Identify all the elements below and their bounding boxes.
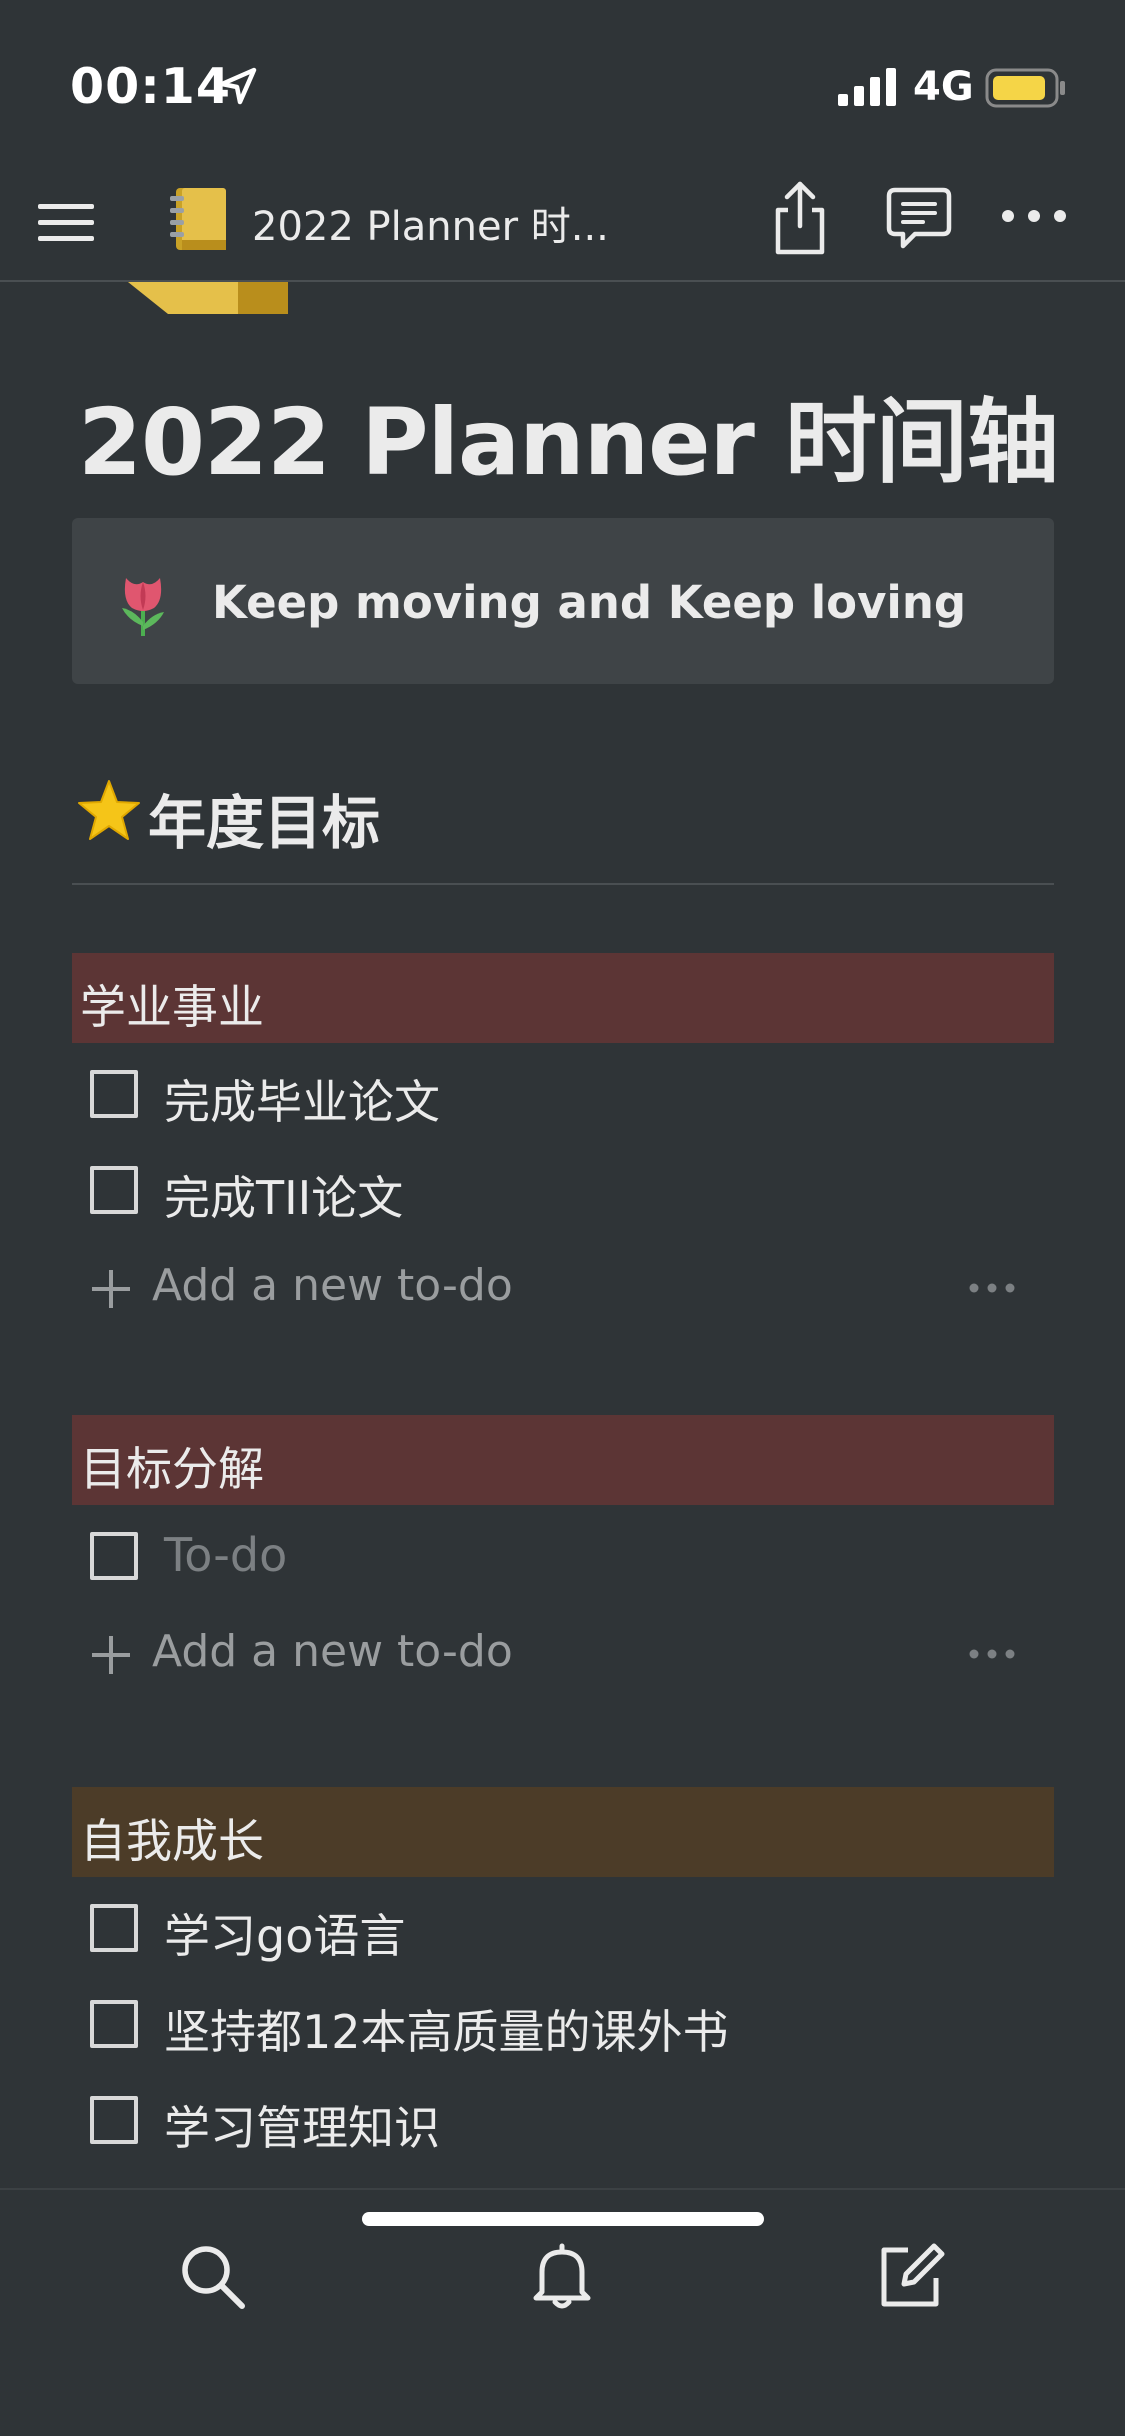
home-indicator[interactable] bbox=[362, 2212, 764, 2226]
todo-text[interactable]: 学习go语言 bbox=[164, 1900, 405, 1966]
todo-text[interactable]: 学习管理知识 bbox=[164, 2092, 440, 2158]
callout-block[interactable]: Keep moving and Keep loving bbox=[72, 518, 1054, 684]
todo-checkbox[interactable] bbox=[90, 1532, 138, 1580]
more-icon[interactable] bbox=[968, 1646, 1016, 1662]
bell-icon[interactable] bbox=[526, 2240, 598, 2312]
location-arrow-icon bbox=[219, 67, 257, 105]
cellular-signal-icon bbox=[838, 68, 896, 106]
compose-icon[interactable] bbox=[874, 2240, 946, 2312]
todo-placeholder[interactable]: To-do bbox=[164, 1528, 287, 1582]
todo-checkbox[interactable] bbox=[90, 1166, 138, 1214]
tulip-icon bbox=[122, 578, 164, 636]
plus-icon bbox=[92, 1270, 130, 1308]
todo-item[interactable]: 学习管理知识 bbox=[90, 2086, 990, 2156]
goals-heading-text: 年度目标 bbox=[148, 789, 381, 857]
todo-checkbox[interactable] bbox=[90, 2096, 138, 2144]
top-nav-bar: 2022 Planner 时... bbox=[0, 170, 1125, 282]
add-todo-label: Add a new to-do bbox=[152, 1626, 513, 1677]
todo-checkbox[interactable] bbox=[90, 1070, 138, 1118]
plus-icon bbox=[92, 1636, 130, 1674]
network-type: 4G bbox=[913, 64, 974, 110]
todo-text[interactable]: 完成毕业论文 bbox=[164, 1066, 440, 1132]
todo-item[interactable]: To-do bbox=[90, 1522, 990, 1592]
battery-icon bbox=[985, 68, 1065, 108]
add-todo-row[interactable]: Add a new to-do bbox=[88, 1254, 1028, 1324]
todo-item[interactable]: 学习go语言 bbox=[90, 1894, 990, 1964]
share-icon[interactable] bbox=[770, 180, 830, 256]
star-icon bbox=[78, 780, 140, 840]
section-header-self-growth[interactable]: 自我成长 bbox=[72, 1787, 1054, 1877]
section-label: 目标分解 bbox=[80, 1442, 264, 1496]
page-title[interactable]: 2022 Planner 时间轴 bbox=[78, 368, 1059, 501]
todo-checkbox[interactable] bbox=[90, 1904, 138, 1952]
heading-divider bbox=[72, 883, 1054, 885]
menu-icon[interactable] bbox=[38, 194, 94, 250]
add-todo-label: Add a new to-do bbox=[152, 1260, 513, 1311]
callout-text: Keep moving and Keep loving bbox=[212, 576, 967, 629]
comment-icon[interactable] bbox=[885, 184, 953, 252]
nav-page-title[interactable]: 2022 Planner 时... bbox=[252, 194, 609, 252]
page-icon-notebook[interactable] bbox=[128, 282, 288, 318]
section-header-academic[interactable]: 学业事业 bbox=[72, 953, 1054, 1043]
todo-item[interactable]: 完成毕业论文 bbox=[90, 1060, 990, 1130]
section-header-goal-breakdown[interactable]: 目标分解 bbox=[72, 1415, 1054, 1505]
notebook-icon bbox=[170, 188, 226, 250]
todo-checkbox[interactable] bbox=[90, 2000, 138, 2048]
add-todo-row[interactable]: Add a new to-do bbox=[88, 1620, 1028, 1690]
search-icon[interactable] bbox=[176, 2240, 248, 2312]
section-label: 学业事业 bbox=[80, 980, 264, 1034]
todo-text[interactable]: 完成TII论文 bbox=[164, 1162, 403, 1228]
status-bar: 00:14 4G bbox=[0, 0, 1125, 170]
todo-item[interactable]: 坚持都12本高质量的课外书 bbox=[90, 1990, 990, 2060]
section-label: 自我成长 bbox=[80, 1814, 264, 1868]
todo-item[interactable]: 完成TII论文 bbox=[90, 1156, 990, 1226]
status-time: 00:14 bbox=[70, 58, 231, 115]
more-icon[interactable] bbox=[1000, 196, 1068, 236]
more-icon[interactable] bbox=[968, 1280, 1016, 1296]
todo-text[interactable]: 坚持都12本高质量的课外书 bbox=[164, 1996, 729, 2062]
